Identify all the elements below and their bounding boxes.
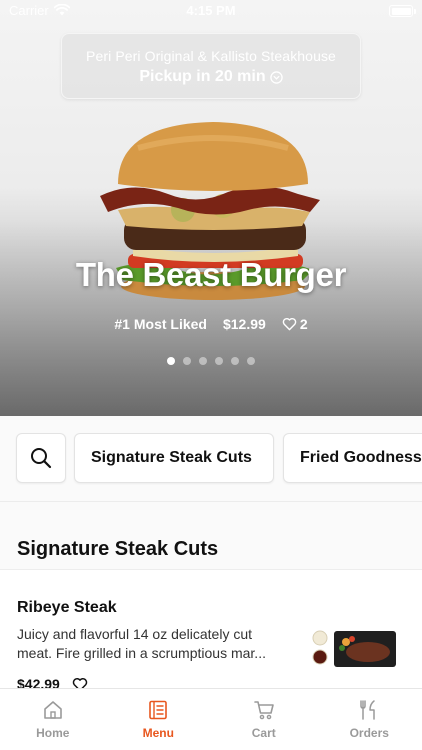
- tab-menu[interactable]: Menu: [106, 689, 212, 750]
- carousel-dot[interactable]: [215, 357, 223, 365]
- orders-icon: [360, 700, 375, 720]
- category-chip-signature-steak-cuts[interactable]: Signature Steak Cuts: [74, 433, 274, 483]
- tab-menu-label: Menu: [142, 726, 174, 740]
- likes-count: 2: [299, 316, 308, 332]
- menu-icon: [149, 700, 168, 720]
- bottom-tab-bar: Home Menu Cart Orders: [0, 688, 422, 750]
- battery-icon: [389, 5, 416, 17]
- status-bar: Carrier 4:15 PM: [0, 0, 422, 22]
- featured-title: The Beast Burger: [75, 256, 347, 293]
- section-title: Signature Steak Cuts: [17, 538, 219, 560]
- tab-orders[interactable]: Orders: [317, 689, 422, 750]
- featured-likes[interactable]: 2: [282, 316, 308, 332]
- category-bar: Signature Steak Cuts Fried Goodness: [0, 416, 422, 502]
- menu-item-card[interactable]: Ribeye Steak Juicy and flavorful 14 oz d…: [0, 570, 422, 700]
- featured-price: $12.99: [222, 316, 266, 332]
- carousel-dot[interactable]: [247, 357, 255, 365]
- item-description: Juicy and flavorful 14 oz delicately cut…: [17, 626, 266, 661]
- hero-banner[interactable]: Carrier 4:15 PM Peri Peri Original & Kal…: [0, 0, 422, 416]
- search-icon: [31, 448, 52, 469]
- category-chip-fried-goodness[interactable]: Fried Goodness: [283, 433, 422, 483]
- tab-home[interactable]: Home: [0, 689, 106, 750]
- pickup-time: Pickup in 20 min: [62, 68, 360, 86]
- store-pickup-card[interactable]: Peri Peri Original & Kallisto Steakhouse…: [61, 33, 361, 99]
- home-icon: [43, 701, 62, 719]
- clock: 4:15 PM: [186, 3, 236, 18]
- chevron-circle-icon: [269, 70, 283, 84]
- carousel-dot[interactable]: [167, 357, 175, 365]
- tab-orders-label: Orders: [349, 726, 389, 740]
- store-name: Peri Peri Original & Kallisto Steakhouse: [86, 48, 336, 64]
- item-name: Ribeye Steak: [17, 599, 117, 616]
- section-header: Signature Steak Cuts: [0, 502, 422, 570]
- featured-meta: #1 Most Liked $12.99 2: [0, 316, 422, 332]
- featured-badge: #1 Most Liked: [114, 316, 207, 332]
- pickup-label: Pickup in 20 min: [139, 68, 266, 85]
- carousel-dot[interactable]: [183, 357, 191, 365]
- carousel-pagination[interactable]: [0, 357, 422, 365]
- tab-home-label: Home: [36, 726, 70, 740]
- cart-icon: [253, 701, 274, 720]
- tab-cart[interactable]: Cart: [211, 689, 317, 750]
- carousel-dot[interactable]: [199, 357, 207, 365]
- tab-cart-label: Cart: [251, 726, 276, 740]
- heart-icon: [282, 317, 297, 331]
- search-button[interactable]: [16, 433, 66, 483]
- ribeye-steak-image: [312, 630, 396, 667]
- carousel-dot[interactable]: [231, 357, 239, 365]
